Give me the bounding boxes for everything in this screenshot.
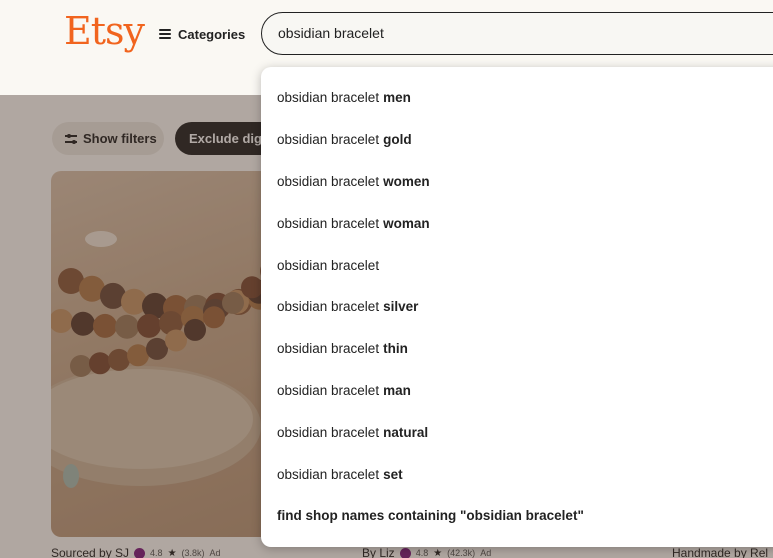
suggestion-base-text: obsidian bracelet xyxy=(277,215,380,231)
etsy-logo[interactable]: Etsy xyxy=(64,9,145,53)
suggestion-item[interactable]: obsidian bracelet thin xyxy=(261,328,773,370)
suggestion-item[interactable]: obsidian bracelet woman xyxy=(261,202,773,244)
suggestion-suffix-text: women xyxy=(383,173,430,189)
suggestion-suffix-text: men xyxy=(383,90,411,106)
suggestion-item[interactable]: obsidian bracelet man xyxy=(261,370,773,412)
suggestion-item[interactable]: obsidian bracelet men xyxy=(261,77,773,119)
suggestion-base-text: obsidian bracelet xyxy=(277,173,380,189)
shop-name-search-option[interactable]: find shop names containing "obsidian bra… xyxy=(261,495,773,537)
suggestion-suffix-text: gold xyxy=(383,132,412,148)
search-input[interactable] xyxy=(278,13,758,53)
suggestion-suffix-text: man xyxy=(383,382,411,398)
search-suggestions-dropdown: obsidian bracelet men obsidian bracelet gol… xyxy=(261,67,773,547)
search-bar[interactable] xyxy=(261,12,773,55)
suggestion-item[interactable]: obsidian bracelet xyxy=(261,244,773,286)
suggestion-base-text: obsidian bracelet xyxy=(277,132,380,148)
hamburger-icon xyxy=(159,29,171,39)
suggestion-suffix-text: natural xyxy=(383,424,429,440)
suggestion-base-text: obsidian bracelet xyxy=(277,299,380,315)
suggestion-suffix-text: silver xyxy=(383,299,419,315)
suggestion-base-text: obsidian bracelet xyxy=(277,424,380,440)
suggestion-base-text: obsidian bracelet xyxy=(277,257,380,273)
suggestion-suffix-text: woman xyxy=(383,215,430,231)
categories-button[interactable]: Categories xyxy=(159,23,245,45)
suggestion-base-text: obsidian bracelet xyxy=(277,341,380,357)
suggestion-base-text: obsidian bracelet xyxy=(277,466,380,482)
suggestion-item[interactable]: obsidian bracelet natural xyxy=(261,411,773,453)
suggestion-item[interactable]: obsidian bracelet women xyxy=(261,161,773,203)
suggestion-base-text: obsidian bracelet xyxy=(277,382,380,398)
suggestion-suffix-text: thin xyxy=(383,341,408,357)
suggestion-base-text: obsidian bracelet xyxy=(277,90,380,106)
suggestion-item[interactable]: obsidian bracelet gold xyxy=(261,119,773,161)
suggestion-item[interactable]: obsidian bracelet silver xyxy=(261,286,773,328)
suggestion-item[interactable]: obsidian bracelet set xyxy=(261,453,773,495)
categories-label: Categories xyxy=(178,26,246,42)
suggestion-suffix-text: set xyxy=(383,466,403,482)
